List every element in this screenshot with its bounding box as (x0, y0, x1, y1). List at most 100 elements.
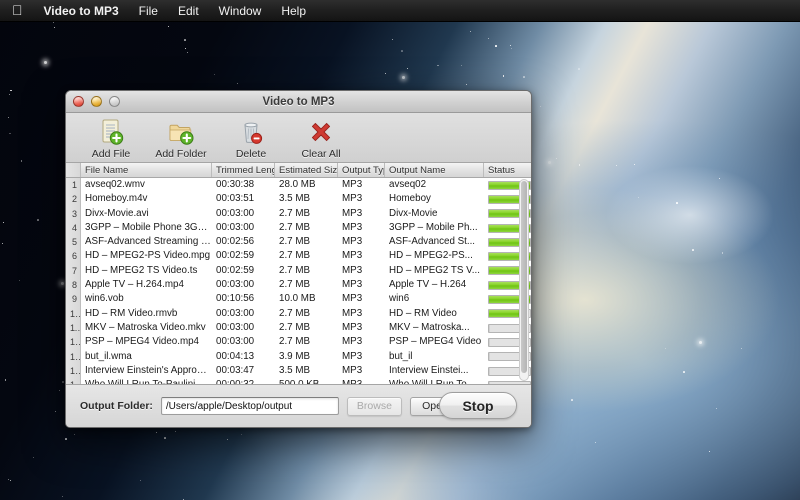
progress-bar-fill (489, 367, 490, 375)
menu-item-help[interactable]: Help (271, 0, 316, 22)
table-row[interactable]: 7 HD – MPEG2 TS Video.ts 00:02:59 2.7 MB MP3… (66, 263, 531, 279)
cell-file-name: Divx-Movie.avi (85, 207, 149, 219)
cell-output-name: Who Will I Run To... (385, 378, 484, 384)
cell-trimmed-length: 00:04:13 (216, 350, 255, 362)
cell-trimmed-length: 00:02:56 (216, 236, 255, 248)
menu-item-edit[interactable]: Edit (168, 0, 209, 22)
cell-estimated-size: 3.5 MB (279, 193, 311, 205)
cell-output-name: Apple TV – H.264 (389, 279, 467, 291)
output-folder-input[interactable] (160, 397, 339, 415)
column-header-file-name[interactable]: File Name (81, 163, 212, 177)
cell-output-type: MP3 (342, 350, 363, 362)
row-index: 12 (66, 335, 81, 350)
column-header-trimmed-length[interactable]: Trimmed Length (212, 163, 275, 177)
add-file-label: Add File (91, 148, 131, 160)
cell-estimated-size: 2.7 MB (279, 307, 311, 319)
window-controls (66, 96, 120, 107)
row-index: 10 (66, 306, 81, 321)
table-row[interactable]: 1 avseq02.wmv 00:30:38 28.0 MB MP3 avseq02 (66, 178, 531, 193)
row-index: 13 (66, 349, 81, 364)
cell-output-name: avseq02 (389, 179, 427, 190)
close-button[interactable] (73, 96, 84, 107)
cell-estimated-size: 2.7 MB (279, 250, 311, 262)
row-index: 8 (66, 278, 81, 293)
output-folder-label: Output Folder: (80, 400, 153, 412)
cell-file-name: HD – MPEG2-PS Video.mpg (85, 250, 211, 262)
cell-output-type: MP3 (342, 279, 363, 291)
cell-output-name: Divx-Movie (389, 207, 438, 219)
menu-bar:  Video to MP3 File Edit Window Help (0, 0, 800, 22)
progress-bar-fill (489, 353, 490, 361)
column-header-status[interactable]: Status (484, 163, 531, 177)
cell-file-name: PSP – MPEG4 Video.mp4 (85, 336, 199, 348)
cell-estimated-size: 3.9 MB (279, 350, 311, 362)
table-row[interactable]: 13 but_il.wma 00:04:13 3.9 MB MP3 but_il (66, 349, 531, 364)
column-header-output-name[interactable]: Output Name (385, 163, 484, 177)
cell-estimated-size: 10.0 MB (279, 293, 316, 305)
table-row[interactable]: 3 Divx-Movie.avi 00:03:00 2.7 MB MP3 Divx-Mov… (66, 206, 531, 221)
scrollbar-thumb[interactable] (521, 181, 527, 373)
clear-all-x-icon (307, 117, 335, 147)
progress-bar-fill (489, 310, 519, 318)
window-title-bar[interactable]: Video to MP3 (66, 91, 531, 113)
table-row[interactable]: 6 HD – MPEG2-PS Video.mpg 00:02:59 2.7 MB MP… (66, 249, 531, 264)
row-index: 7 (66, 263, 81, 279)
cell-output-name: Interview Einstei... (389, 364, 469, 376)
cell-file-name: HD – MPEG2 TS Video.ts (85, 264, 198, 276)
row-index: 9 (66, 292, 81, 307)
add-folder-button[interactable]: Add Folder (150, 116, 212, 160)
vertical-scrollbar[interactable] (519, 179, 529, 381)
cell-estimated-size: 2.7 MB (279, 221, 311, 233)
table-row[interactable]: 15Who Will I Run To-Paulini.m4r00:00:325… (66, 378, 531, 384)
delete-button[interactable]: Delete (220, 116, 282, 160)
cell-output-name: win6 (389, 293, 410, 305)
table-header-row: File Name Trimmed Length Estimated Size … (66, 163, 531, 178)
cell-file-name: Homeboy.m4v (85, 193, 148, 205)
column-header-estimated-size[interactable]: Estimated Size (275, 163, 338, 177)
add-file-button[interactable]: Add File (80, 116, 142, 160)
table-row[interactable]: 9 win6.vob 00:10:56 10.0 MB MP3 win6 (66, 292, 531, 307)
menu-item-window[interactable]: Window (209, 0, 272, 22)
apple-logo-icon[interactable]:  (8, 3, 34, 19)
desktop:  Video to MP3 File Edit Window Help Vid… (0, 0, 800, 500)
cell-file-name: Who Will I Run To-Paulini.m4r (81, 378, 212, 384)
row-index: 2 (66, 192, 81, 207)
progress-bar-fill (489, 324, 490, 332)
cell-output-type: MP3 (342, 236, 363, 248)
table-body: 1 avseq02.wmv 00:30:38 28.0 MB MP3 avseq02 2 Ho… (66, 178, 531, 384)
cell-output-type: MP3 (338, 378, 385, 384)
menu-item-file[interactable]: File (129, 0, 168, 22)
progress-bar-fill (489, 381, 490, 384)
table-row[interactable]: 12 PSP – MPEG4 Video.mp4 00:03:00 2.7 MB MP3… (66, 335, 531, 350)
cell-estimated-size: 28.0 MB (279, 179, 316, 190)
cell-output-type: MP3 (342, 307, 363, 319)
cell-estimated-size: 2.7 MB (279, 336, 311, 348)
table-row[interactable]: 8 Apple TV – H.264.mp4 00:03:00 2.7 MB MP3 Ap… (66, 278, 531, 293)
progress-bar-fill (489, 338, 490, 346)
row-index: 5 (66, 235, 81, 250)
row-index: 6 (66, 249, 81, 264)
table-row[interactable]: 14 Interview Einstein's Approach... 00:03:… (66, 363, 531, 379)
table-row[interactable]: 2 Homeboy.m4v 00:03:51 3.5 MB MP3 Homeboy (66, 192, 531, 207)
table-row[interactable]: 4 3GPP – Mobile Phone 3GP Vid... 00:03:00 2… (66, 220, 531, 236)
cell-estimated-size: 2.7 MB (279, 279, 311, 291)
cell-trimmed-length: 00:03:00 (216, 307, 255, 319)
clear-all-button[interactable]: Clear All (290, 116, 352, 160)
menu-item-app[interactable]: Video to MP3 (34, 0, 129, 22)
row-index: 4 (66, 220, 81, 236)
table-row[interactable]: 11 MKV – Matroska Video.mkv 00:03:00 2.7 MB… (66, 320, 531, 336)
column-header-output-type[interactable]: Output Type (338, 163, 385, 177)
minimize-button[interactable] (91, 96, 102, 107)
window-title: Video to MP3 (262, 95, 335, 108)
table-row[interactable]: 10 HD – RM Video.rmvb 00:03:00 2.7 MB MP3 HD … (66, 306, 531, 321)
cell-trimmed-length: 00:03:00 (216, 336, 255, 348)
cell-output-name: MKV – Matroska... (389, 321, 470, 333)
cell-output-type: MP3 (342, 321, 363, 333)
browse-button[interactable]: Browse (346, 396, 402, 416)
toolbar: Add File Add Folder Delete Clear All (66, 113, 531, 163)
stop-button[interactable]: Stop (439, 392, 517, 419)
row-index: 1 (66, 178, 81, 193)
footer-bar: Output Folder: Browse Open Stop (66, 385, 531, 427)
cell-output-name: ASF-Advanced St... (389, 236, 476, 248)
table-row[interactable]: 5 ASF-Advanced Streaming for... 00:02:56 2.… (66, 235, 531, 250)
